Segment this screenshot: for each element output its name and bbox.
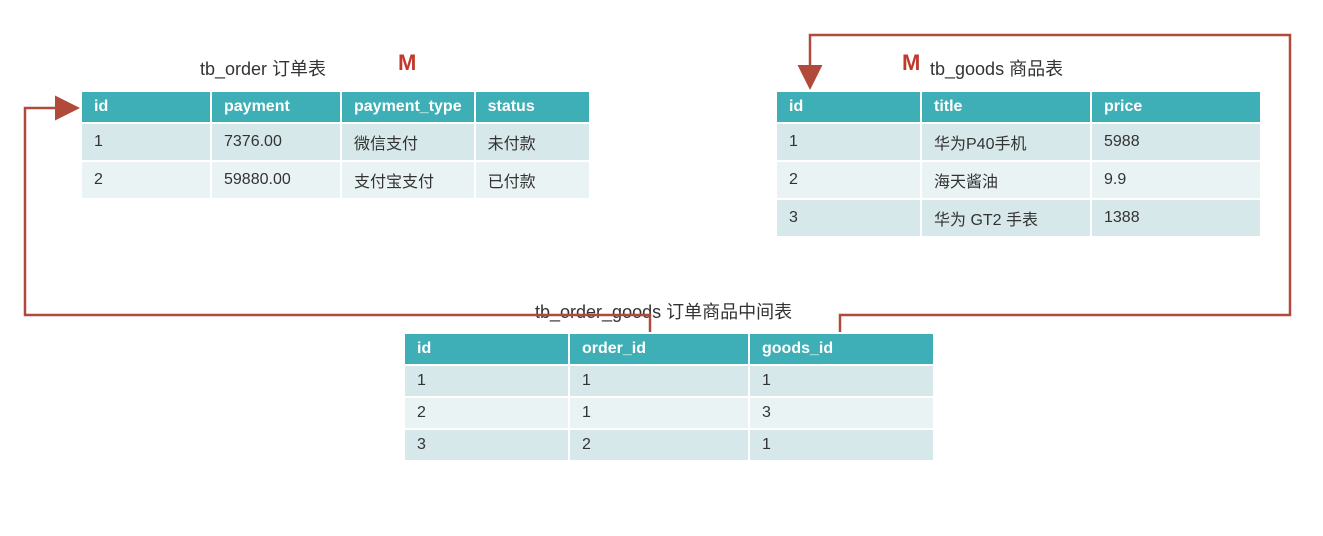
table-header-row: id order_id goods_id [404,333,934,365]
cell: 微信支付 [341,123,475,161]
col-id: id [776,91,921,123]
col-order-id: order_id [569,333,749,365]
cell: 7376.00 [211,123,341,161]
goods-table: id title price 1 华为P40手机 5988 2 海天酱油 9.9… [775,90,1262,238]
col-payment: payment [211,91,341,123]
cell: 华为 GT2 手表 [921,199,1091,237]
goods-table-title: tb_goods 商品表 [930,55,1063,81]
col-price: price [1091,91,1261,123]
table-row: 1 7376.00 微信支付 未付款 [81,123,590,161]
goods-cardinality-m: M [902,50,920,76]
col-title: title [921,91,1091,123]
cell: 2 [81,161,211,199]
cell: 1 [569,397,749,429]
cell: 支付宝支付 [341,161,475,199]
cell: 3 [776,199,921,237]
cell: 已付款 [475,161,590,199]
cell: 1388 [1091,199,1261,237]
cell: 1 [569,365,749,397]
cell: 2 [569,429,749,461]
order-table-title: tb_order 订单表 [200,55,326,81]
col-id: id [404,333,569,365]
cell: 5988 [1091,123,1261,161]
cell: 1 [81,123,211,161]
table-row: 2 海天酱油 9.9 [776,161,1261,199]
cell: 1 [749,365,934,397]
order-table: id payment payment_type status 1 7376.00… [80,90,591,200]
cell: 1 [404,365,569,397]
col-status: status [475,91,590,123]
cell: 华为P40手机 [921,123,1091,161]
table-row: 2 59880.00 支付宝支付 已付款 [81,161,590,199]
table-header-row: id title price [776,91,1261,123]
cell: 未付款 [475,123,590,161]
col-id: id [81,91,211,123]
order-cardinality-m: M [398,50,416,76]
cell: 9.9 [1091,161,1261,199]
cell: 海天酱油 [921,161,1091,199]
cell: 1 [776,123,921,161]
table-row: 3 华为 GT2 手表 1388 [776,199,1261,237]
col-goods-id: goods_id [749,333,934,365]
cell: 59880.00 [211,161,341,199]
table-row: 2 1 3 [404,397,934,429]
cell: 2 [404,397,569,429]
table-row: 1 1 1 [404,365,934,397]
cell: 2 [776,161,921,199]
table-header-row: id payment payment_type status [81,91,590,123]
cell: 1 [749,429,934,461]
table-row: 3 2 1 [404,429,934,461]
mid-table: id order_id goods_id 1 1 1 2 1 3 3 2 1 [403,332,935,462]
cell: 3 [749,397,934,429]
mid-table-title: tb_order_goods 订单商品中间表 [535,298,792,324]
table-row: 1 华为P40手机 5988 [776,123,1261,161]
col-payment-type: payment_type [341,91,475,123]
cell: 3 [404,429,569,461]
